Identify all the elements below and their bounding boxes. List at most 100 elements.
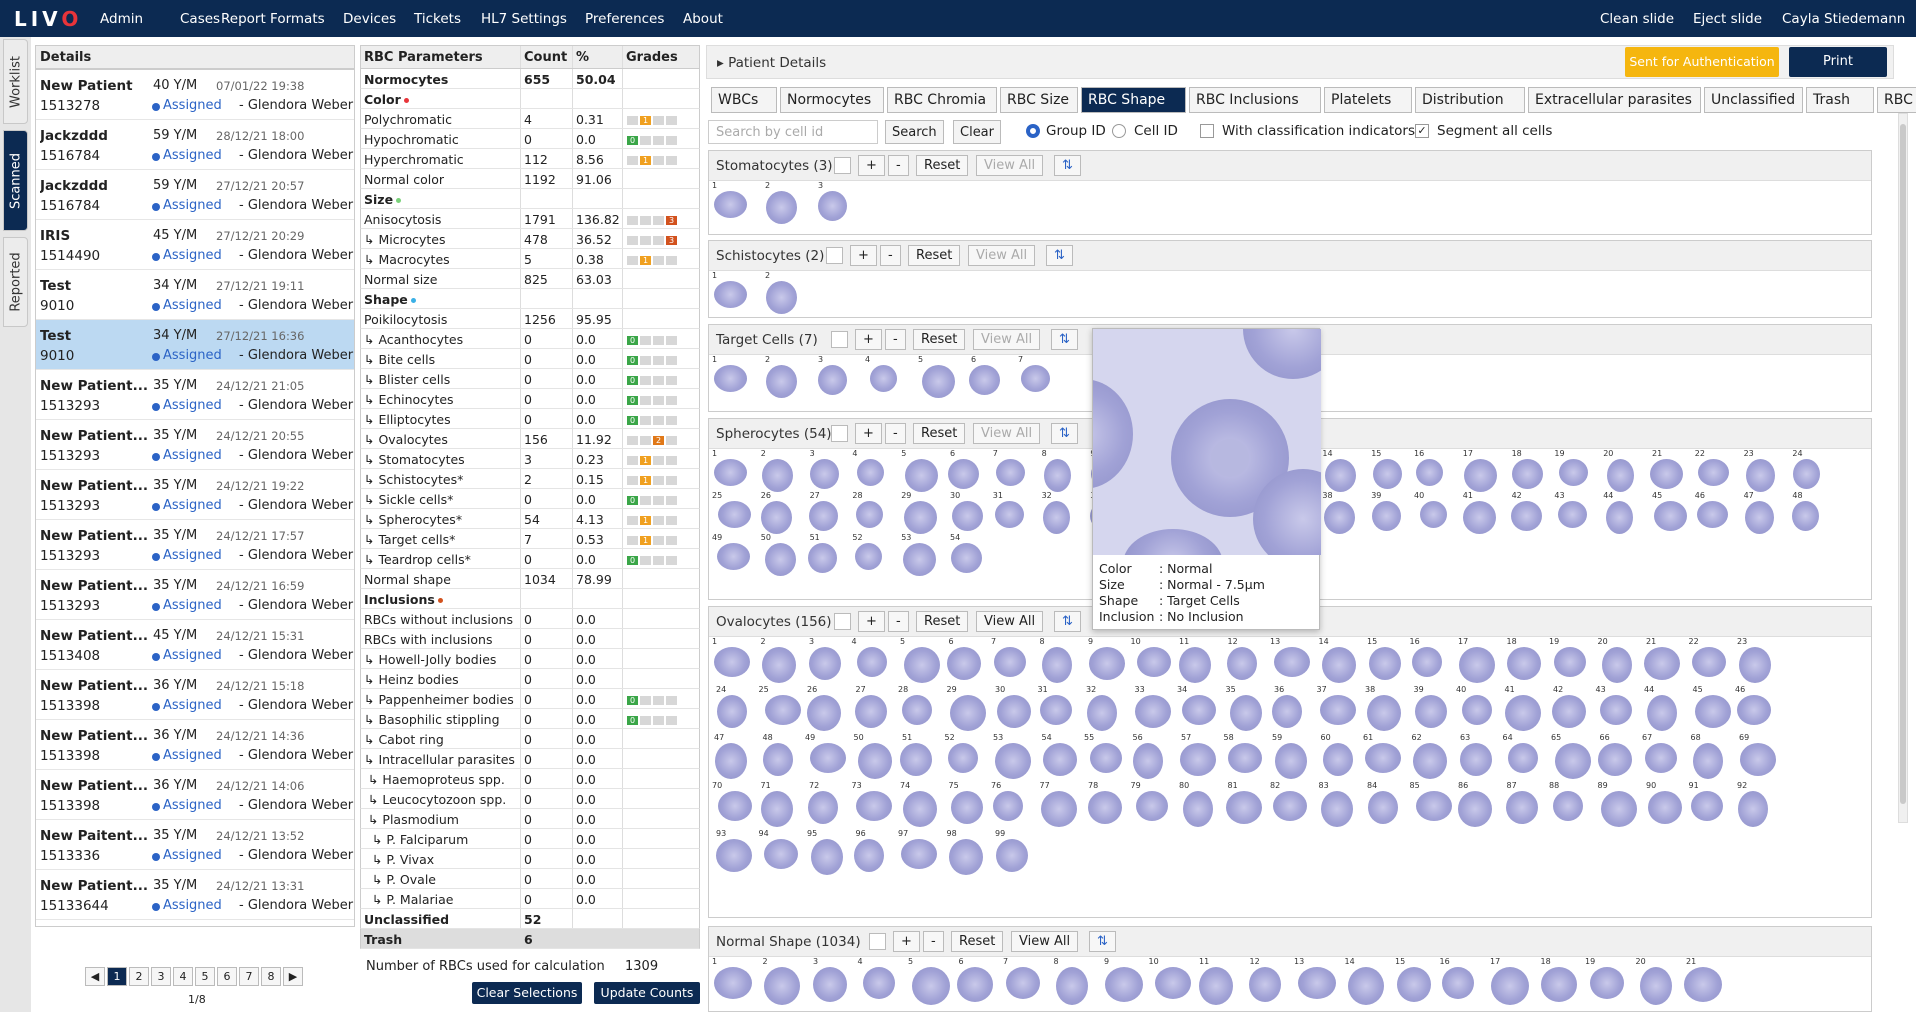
rbc-cell-thumbnail[interactable] — [762, 743, 793, 776]
rbc-cell-thumbnail[interactable] — [946, 647, 981, 680]
rbc-cell-thumbnail[interactable] — [1372, 501, 1402, 531]
group-view-all-button[interactable]: View All — [973, 423, 1041, 444]
rbc-cell-thumbnail[interactable] — [714, 459, 747, 486]
rbc-cell-thumbnail[interactable] — [853, 839, 884, 872]
group-view-all-button[interactable]: View All — [973, 329, 1041, 350]
rbc-cell-thumbnail[interactable] — [717, 543, 750, 570]
rbc-cell-thumbnail[interactable] — [761, 459, 793, 492]
rbc-cell-thumbnail[interactable] — [1553, 791, 1583, 821]
rbc-cell-thumbnail[interactable] — [1510, 501, 1542, 531]
rbc-cell-thumbnail[interactable] — [1325, 459, 1357, 492]
rbc-cell-thumbnail[interactable] — [1321, 647, 1356, 683]
rbc-cell-thumbnail[interactable] — [1745, 459, 1775, 492]
nav-admin[interactable]: Admin — [100, 11, 143, 27]
rbc-cell-thumbnail[interactable] — [995, 459, 1025, 486]
sort-icon[interactable]: ⇅ — [1054, 155, 1081, 176]
rbc-cell-thumbnail[interactable] — [1199, 967, 1233, 1005]
case-row[interactable]: Jackzddd 59 Y/M 28/12/21 18:00 1516784 Assig… — [36, 120, 354, 170]
rbc-cell-thumbnail[interactable] — [1324, 501, 1356, 534]
rbc-cell-thumbnail[interactable] — [1460, 743, 1492, 776]
rbc-cell-thumbnail[interactable] — [1273, 791, 1307, 821]
rbc-cell-thumbnail[interactable] — [1738, 791, 1768, 827]
tab-rbc-size[interactable]: RBC Size — [1000, 87, 1078, 113]
group-select-checkbox[interactable] — [834, 613, 851, 630]
rbc-cell-thumbnail[interactable] — [1225, 791, 1262, 824]
rbc-cell-thumbnail[interactable] — [1415, 791, 1452, 821]
nav-devices[interactable]: Devices — [343, 11, 396, 27]
eject-slide-button[interactable]: Eject slide — [1693, 11, 1762, 27]
tab-trash[interactable]: Trash — [1806, 87, 1874, 113]
tab-normocytes[interactable]: Normocytes — [780, 87, 884, 113]
rbc-cell-thumbnail[interactable] — [912, 967, 950, 1005]
rbc-cell-thumbnail[interactable] — [760, 501, 792, 534]
rbc-cell-thumbnail[interactable] — [1414, 695, 1447, 728]
sort-icon[interactable]: ⇅ — [1054, 611, 1081, 632]
case-row[interactable]: New Patient... 35 Y/M 24/12/21 19:22 151329… — [36, 470, 354, 520]
page-7[interactable]: 7 — [239, 967, 259, 986]
rbc-cell-thumbnail[interactable] — [761, 647, 796, 683]
rbc-cell-thumbnail[interactable] — [1463, 459, 1497, 492]
rbc-cell-thumbnail[interactable] — [1737, 695, 1771, 725]
rbc-cell-thumbnail[interactable] — [855, 791, 892, 821]
rbc-cell-thumbnail[interactable] — [1600, 791, 1637, 827]
group-minus-button[interactable]: - — [880, 245, 901, 266]
group-view-all-button[interactable]: View All — [968, 245, 1036, 266]
case-row[interactable]: New Paitent... 35 Y/M 24/12/21 13:52 151333… — [36, 820, 354, 870]
rbc-cell-thumbnail[interactable] — [760, 791, 793, 827]
rbc-cell-thumbnail[interactable] — [1459, 647, 1495, 683]
nav-cases[interactable]: Cases — [180, 11, 220, 27]
rbc-cell-thumbnail[interactable] — [1696, 501, 1728, 528]
rbc-cell-thumbnail[interactable] — [901, 839, 937, 869]
rbc-cell-thumbnail[interactable] — [1645, 743, 1677, 773]
case-row[interactable]: Test 34 Y/M 27/12/21 19:11 9010 Assigned - Gl… — [36, 270, 354, 320]
rbc-cell-thumbnail[interactable] — [1274, 647, 1310, 677]
rbc-cell-thumbnail[interactable] — [1740, 743, 1776, 776]
group-select-checkbox[interactable] — [826, 247, 843, 264]
page-6[interactable]: 6 — [217, 967, 237, 986]
rbc-cell-thumbnail[interactable] — [714, 967, 752, 999]
rbc-cell-thumbnail[interactable] — [922, 365, 955, 398]
rbc-cell-thumbnail[interactable] — [1180, 743, 1216, 776]
rbc-cell-thumbnail[interactable] — [714, 647, 750, 677]
group-plus-button[interactable]: + — [850, 245, 877, 266]
case-row[interactable]: New Patient... 35 Y/M 24/12/21 20:55 151329… — [36, 420, 354, 470]
rbc-cell-thumbnail[interactable] — [1411, 647, 1442, 677]
rbc-cell-thumbnail[interactable] — [995, 743, 1031, 779]
rbc-cell-thumbnail[interactable] — [1322, 743, 1353, 776]
rbc-cell-thumbnail[interactable] — [1462, 695, 1492, 725]
rbc-cell-thumbnail[interactable] — [1135, 791, 1168, 821]
sort-icon[interactable]: ⇅ — [1046, 245, 1073, 266]
rbc-cell-thumbnail[interactable] — [1462, 501, 1496, 534]
clear-button[interactable]: Clear — [953, 120, 1001, 144]
nav-about[interactable]: About — [683, 11, 723, 27]
group-minus-button[interactable]: - — [885, 423, 906, 444]
tab-platelets[interactable]: Platelets — [1324, 87, 1412, 113]
tab-wbcs[interactable]: WBCs — [711, 87, 777, 113]
rbc-cell-thumbnail[interactable] — [1654, 501, 1687, 531]
sort-icon[interactable]: ⇅ — [1051, 329, 1078, 350]
rbc-cell-thumbnail[interactable] — [947, 743, 978, 773]
rbc-cell-thumbnail[interactable] — [1397, 967, 1431, 1002]
rbc-cell-thumbnail[interactable] — [857, 459, 885, 486]
rbc-cell-thumbnail[interactable] — [1226, 647, 1257, 680]
rbc-cell-thumbnail[interactable] — [1506, 647, 1541, 680]
rbc-cell-thumbnail[interactable] — [1684, 967, 1722, 1002]
rbc-cell-thumbnail[interactable] — [1552, 695, 1586, 728]
group-plus-button[interactable]: + — [855, 423, 882, 444]
case-row[interactable]: New Patient... 36 Y/M 24/12/21 14:06 151339… — [36, 770, 354, 820]
rbc-cell-thumbnail[interactable] — [1006, 967, 1040, 999]
rbc-cell-thumbnail[interactable] — [903, 543, 937, 576]
rbc-cell-thumbnail[interactable] — [1367, 695, 1401, 731]
rbc-cell-thumbnail[interactable] — [818, 365, 847, 395]
rbc-cell-thumbnail[interactable] — [1540, 967, 1577, 1002]
rbc-cell-thumbnail[interactable] — [969, 365, 1000, 395]
case-row[interactable]: New Patient... 36 Y/M 24/12/21 14:36 151339… — [36, 720, 354, 770]
rbc-cell-thumbnail[interactable] — [807, 543, 837, 573]
rbc-cell-thumbnail[interactable] — [818, 191, 847, 221]
case-row[interactable]: New Patient 40 Y/M 07/01/22 19:38 1513278 As… — [36, 70, 354, 120]
rbc-cell-thumbnail[interactable] — [1041, 647, 1072, 683]
rbc-cell-thumbnail[interactable] — [1227, 743, 1262, 773]
rbc-cell-thumbnail[interactable] — [1090, 743, 1122, 773]
patient-details-bar[interactable]: ▸ Patient Details Sent for Authenticatio… — [706, 45, 1894, 79]
rbc-cell-thumbnail[interactable] — [903, 791, 937, 827]
